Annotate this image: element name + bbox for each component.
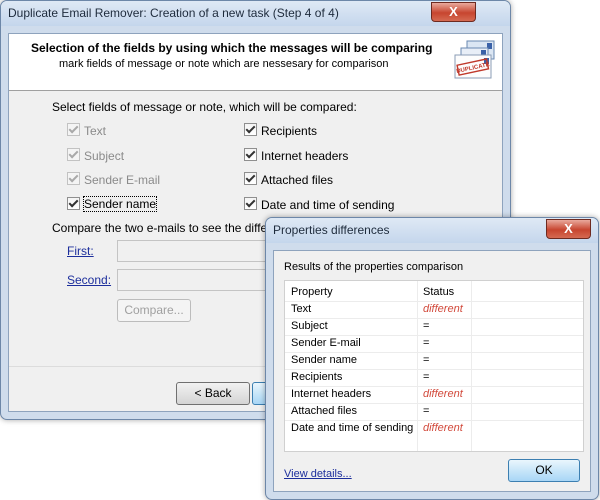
- field-checkbox-date-and-time-of-sending[interactable]: Date and time of sending: [244, 196, 395, 213]
- close-icon: X: [449, 4, 458, 19]
- property-cell: Subject: [291, 320, 328, 332]
- checkbox-box[interactable]: [244, 172, 257, 186]
- field-checkbox-label: Sender E-mail: [84, 172, 161, 187]
- dialog-title-bar[interactable]: Properties differences X: [266, 218, 598, 243]
- compare-button[interactable]: Compare...: [117, 299, 191, 322]
- column-header-property[interactable]: Property: [291, 286, 333, 298]
- field-checkbox-label: Text: [84, 123, 107, 138]
- back-button[interactable]: < Back: [176, 382, 250, 405]
- main-window-title: Duplicate Email Remover: Creation of a n…: [8, 6, 339, 20]
- status-cell: different: [423, 303, 463, 315]
- status-cell: =: [423, 320, 430, 332]
- table-row[interactable]: Recipients =: [285, 369, 583, 387]
- table-row[interactable]: Attached files =: [285, 403, 583, 421]
- field-checkbox-label: Recipients: [261, 123, 318, 138]
- results-caption: Results of the properties comparison: [284, 261, 464, 273]
- status-cell: different: [423, 388, 463, 400]
- table-header-row: Property Status: [285, 281, 583, 301]
- field-checkbox-internet-headers[interactable]: Internet headers: [244, 147, 349, 164]
- status-cell: =: [423, 354, 430, 366]
- checkbox-box[interactable]: [67, 196, 80, 210]
- checkbox-box[interactable]: [244, 196, 257, 210]
- status-cell: =: [423, 405, 430, 417]
- field-checkbox-label: Internet headers: [261, 148, 349, 163]
- status-cell: =: [423, 337, 430, 349]
- checkbox-box[interactable]: [67, 172, 80, 186]
- wizard-header: Selection of the fields by using which t…: [9, 34, 502, 91]
- duplicate-logo: DUPLICATE: [453, 38, 497, 82]
- close-icon: X: [564, 221, 573, 236]
- wizard-header-title: Selection of the fields by using which t…: [31, 41, 433, 55]
- first-email-link[interactable]: First:: [67, 244, 94, 258]
- property-cell: Date and time of sending: [291, 422, 414, 434]
- table-row[interactable]: Sender E-mail =: [285, 335, 583, 353]
- checkbox-box[interactable]: [244, 123, 257, 137]
- property-cell: Attached files: [291, 405, 358, 417]
- property-cell: Recipients: [291, 371, 343, 383]
- wizard-header-subtitle: mark fields of message or note which are…: [59, 58, 389, 70]
- property-cell: Sender name: [291, 354, 358, 366]
- field-checkbox-sender-e-mail[interactable]: Sender E-mail: [67, 172, 160, 188]
- status-cell: different: [423, 422, 463, 434]
- table-row[interactable]: Text different: [285, 301, 583, 319]
- dialog-title: Properties differences: [273, 223, 390, 237]
- second-email-link[interactable]: Second:: [67, 273, 111, 287]
- table-row[interactable]: Sender name =: [285, 352, 583, 370]
- table-row[interactable]: Internet headers different: [285, 386, 583, 404]
- field-checkbox-attached-files[interactable]: Attached files: [244, 172, 333, 188]
- field-checkbox-label: Subject: [84, 148, 125, 163]
- property-cell: Internet headers: [291, 388, 372, 400]
- field-checkbox-label: Date and time of sending: [261, 197, 395, 212]
- first-email-field[interactable]: [117, 240, 289, 262]
- field-checkbox-sender-name[interactable]: Sender name: [67, 196, 158, 213]
- field-checkbox-label: Sender name: [82, 196, 158, 213]
- property-cell: Sender E-mail: [291, 337, 361, 349]
- column-header-status[interactable]: Status: [423, 286, 454, 298]
- checkbox-box[interactable]: [244, 147, 257, 161]
- dialog-client-area: Results of the properties comparison Pro…: [273, 250, 591, 492]
- field-checkbox-subject[interactable]: Subject: [67, 147, 125, 164]
- main-close-button[interactable]: X: [431, 2, 476, 22]
- field-checkbox-label: Attached files: [261, 172, 334, 187]
- properties-dialog: Properties differences X Results of the …: [265, 217, 599, 500]
- table-row[interactable]: Subject =: [285, 318, 583, 336]
- fields-caption: Select fields of message or note, which …: [52, 100, 357, 114]
- property-cell: Text: [291, 303, 312, 315]
- properties-table[interactable]: Property Status Text different Subject = Sen…: [284, 280, 584, 452]
- checkbox-box[interactable]: [67, 147, 80, 161]
- view-details-link[interactable]: View details...: [284, 468, 352, 480]
- status-cell: =: [423, 371, 430, 383]
- main-title-bar[interactable]: Duplicate Email Remover: Creation of a n…: [1, 1, 510, 26]
- dialog-close-button[interactable]: X: [546, 219, 591, 239]
- field-checkbox-text[interactable]: Text: [67, 123, 106, 139]
- ok-button[interactable]: OK: [508, 459, 580, 482]
- table-row[interactable]: Date and time of sending different: [285, 420, 583, 438]
- checkbox-box[interactable]: [67, 123, 80, 137]
- duplicate-envelopes-icon: DUPLICATE: [454, 40, 495, 79]
- field-checkbox-recipients[interactable]: Recipients: [244, 123, 317, 139]
- second-email-field[interactable]: [117, 269, 289, 291]
